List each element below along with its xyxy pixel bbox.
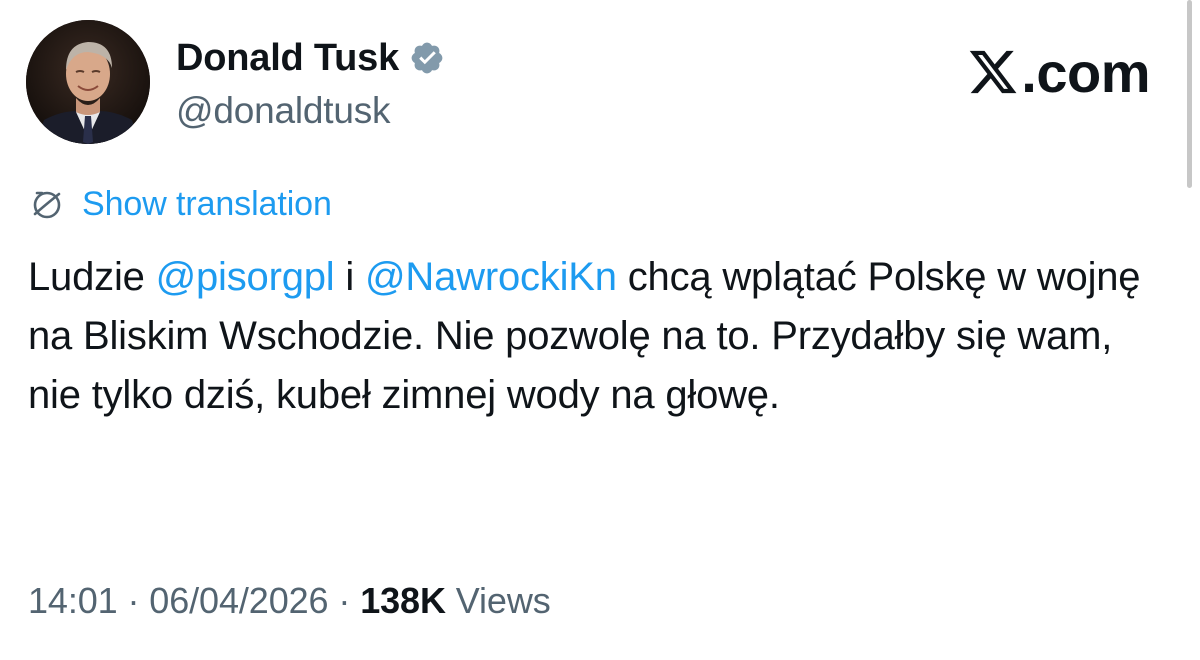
x-logo-icon [967, 46, 1019, 98]
mention-link[interactable]: @NawrockiKn [365, 255, 617, 299]
globe-icon [28, 184, 68, 224]
brand-suffix: .com [1021, 41, 1150, 104]
show-translation-label: Show translation [82, 184, 332, 223]
brand-logo: .com [967, 40, 1150, 105]
tweet-text-segment: i [334, 255, 365, 299]
handle[interactable]: @donaldtusk [176, 90, 445, 132]
author-block[interactable]: Donald Tusk @donaldtusk [176, 34, 445, 132]
tweet-time[interactable]: 14:01 [28, 580, 118, 621]
tweet-date[interactable]: 06/04/2026 [149, 580, 328, 621]
mention-link[interactable]: @pisorgpl [156, 255, 335, 299]
tweet-text-segment: Ludzie [28, 255, 156, 299]
meta-separator: · [328, 580, 361, 621]
name-row: Donald Tusk [176, 34, 445, 82]
views-count: 138K [360, 580, 446, 621]
verified-badge-icon [409, 40, 445, 76]
tweet-text: Ludzie @pisorgpl i @NawrockiKn chcą wplą… [28, 248, 1158, 425]
display-name[interactable]: Donald Tusk [176, 37, 399, 80]
avatar-image [26, 20, 150, 144]
views-label: Views [455, 580, 551, 621]
show-translation-link[interactable]: Show translation [28, 184, 332, 224]
avatar[interactable] [26, 20, 150, 144]
meta-separator: · [117, 580, 150, 621]
scrollbar[interactable] [1187, 0, 1192, 188]
tweet-meta: 14:01 · 06/04/2026 · 138K Views [28, 580, 551, 622]
